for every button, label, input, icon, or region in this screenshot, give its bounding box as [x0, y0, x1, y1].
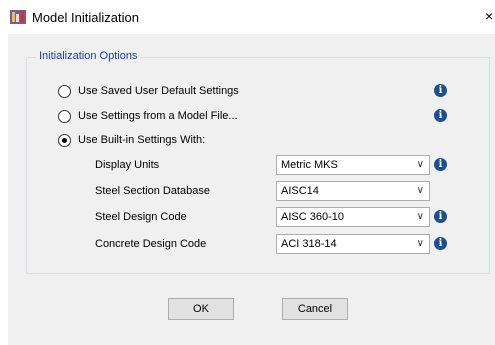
- steel-design-code-label: Steel Design Code: [95, 211, 187, 223]
- steel-section-db-select[interactable]: AISC14 ∨: [276, 181, 430, 201]
- title-bar: Model Initialization ×: [0, 0, 495, 34]
- select-value: Metric MKS: [281, 159, 338, 171]
- select-value: AISC14: [281, 185, 319, 197]
- display-units-select[interactable]: Metric MKS ∨: [276, 155, 430, 175]
- radio-button-selected[interactable]: [58, 133, 71, 147]
- app-icon: [10, 10, 26, 24]
- radio-button[interactable]: [58, 109, 71, 123]
- info-icon[interactable]: i: [434, 109, 447, 122]
- radio-label: Use Built-in Settings With:: [78, 134, 206, 146]
- info-icon[interactable]: i: [434, 84, 447, 97]
- chevron-down-icon: ∨: [416, 185, 424, 196]
- group-label: Initialization Options: [36, 50, 141, 62]
- close-button[interactable]: ×: [485, 8, 493, 24]
- info-icon[interactable]: i: [434, 237, 447, 250]
- window-title: Model Initialization: [32, 10, 139, 25]
- chevron-down-icon: ∨: [416, 238, 424, 249]
- chevron-down-icon: ∨: [416, 159, 424, 170]
- info-icon[interactable]: i: [434, 210, 447, 223]
- concrete-design-code-label: Concrete Design Code: [95, 238, 207, 250]
- info-icon[interactable]: i: [434, 158, 447, 171]
- steel-design-code-select[interactable]: AISC 360-10 ∨: [276, 207, 430, 227]
- steel-section-db-label: Steel Section Database: [95, 185, 210, 197]
- select-value: ACI 318-14: [281, 238, 337, 250]
- cancel-button[interactable]: Cancel: [282, 298, 348, 320]
- display-units-label: Display Units: [95, 159, 160, 171]
- ok-button[interactable]: OK: [168, 298, 234, 320]
- concrete-design-code-select[interactable]: ACI 318-14 ∨: [276, 234, 430, 254]
- radio-model-file[interactable]: Use Settings from a Model File...: [58, 108, 238, 124]
- radio-button[interactable]: [58, 84, 71, 98]
- radio-saved-defaults[interactable]: Use Saved User Default Settings: [58, 83, 239, 99]
- select-value: AISC 360-10: [281, 211, 344, 223]
- radio-built-in[interactable]: Use Built-in Settings With:: [58, 132, 205, 148]
- radio-label: Use Settings from a Model File...: [78, 110, 238, 122]
- radio-label: Use Saved User Default Settings: [78, 85, 239, 97]
- chevron-down-icon: ∨: [416, 211, 424, 222]
